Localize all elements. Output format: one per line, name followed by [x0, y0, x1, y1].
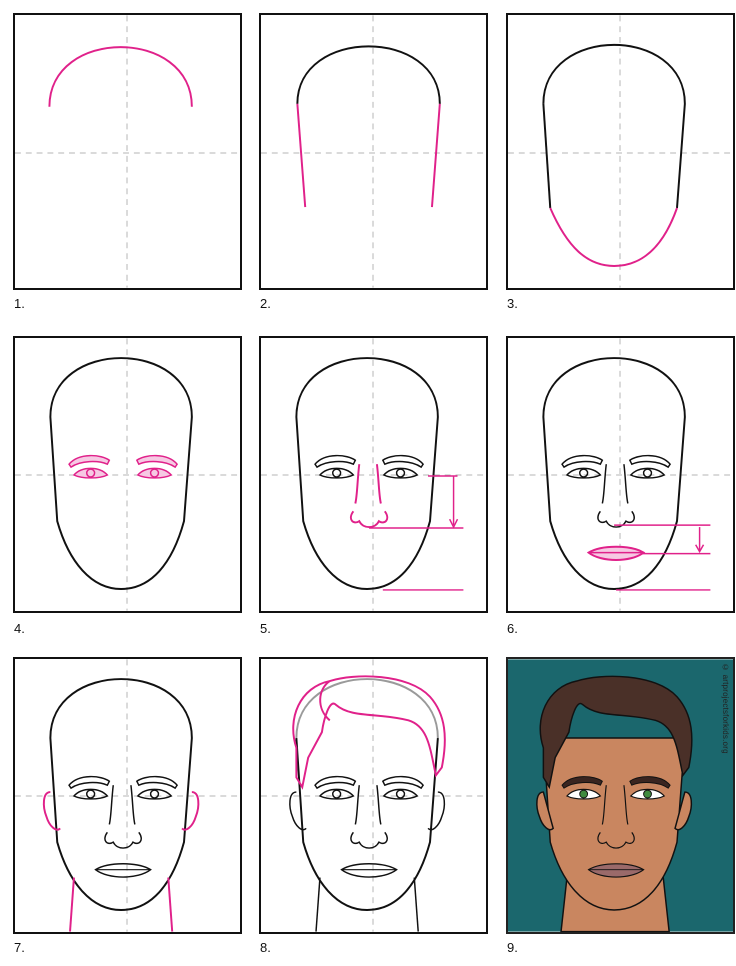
step-1-label: 1. — [14, 296, 25, 311]
nose-tip — [349, 510, 389, 529]
step-5-panel — [259, 336, 488, 613]
right-side-line — [430, 103, 441, 208]
chin-curve — [549, 207, 678, 267]
mouth — [586, 545, 646, 561]
neck-left — [69, 877, 75, 932]
hair-outline — [292, 675, 446, 790]
step-8-label: 8. — [260, 940, 271, 955]
step-4-label: 4. — [14, 621, 25, 636]
nose-bridge-left — [354, 464, 361, 504]
step-3-drawing — [508, 15, 733, 288]
step-9-label: 9. — [507, 940, 518, 955]
step-3-panel — [506, 13, 735, 290]
head-outline — [542, 43, 686, 209]
step-7-label: 7. — [14, 940, 25, 955]
step-9-drawing — [508, 659, 733, 932]
step-4-drawing — [15, 338, 240, 611]
step-1-panel — [13, 13, 242, 290]
old-head-top — [295, 678, 439, 739]
left-ear — [42, 791, 61, 831]
neck-right — [167, 877, 174, 932]
step-2-drawing — [261, 15, 486, 288]
nose-bridge-right — [375, 464, 382, 504]
head-outline — [295, 737, 439, 911]
left-eyebrow — [68, 454, 111, 469]
step-1-drawing — [15, 15, 240, 288]
step-3-label: 3. — [507, 296, 518, 311]
head-top-arc — [48, 46, 193, 107]
step-4-panel — [13, 336, 242, 613]
step-7-panel — [13, 657, 242, 934]
step-8-panel — [259, 657, 488, 934]
head-top-arc — [296, 45, 441, 104]
watermark: © artprojectsforkids.org — [721, 663, 730, 754]
step-8-drawing — [261, 659, 486, 932]
step-2-label: 2. — [260, 296, 271, 311]
right-eyebrow — [135, 454, 179, 469]
step-5-drawing — [261, 338, 486, 611]
step-7-drawing — [15, 659, 240, 932]
step-6-label: 6. — [507, 621, 518, 636]
step-2-panel — [259, 13, 488, 290]
step-6-panel — [506, 336, 735, 613]
step-9-panel: © artprojectsforkids.org — [506, 657, 735, 934]
step-5-label: 5. — [260, 621, 271, 636]
mouth — [94, 863, 152, 878]
left-side-line — [296, 103, 307, 208]
step-6-drawing — [508, 338, 733, 611]
